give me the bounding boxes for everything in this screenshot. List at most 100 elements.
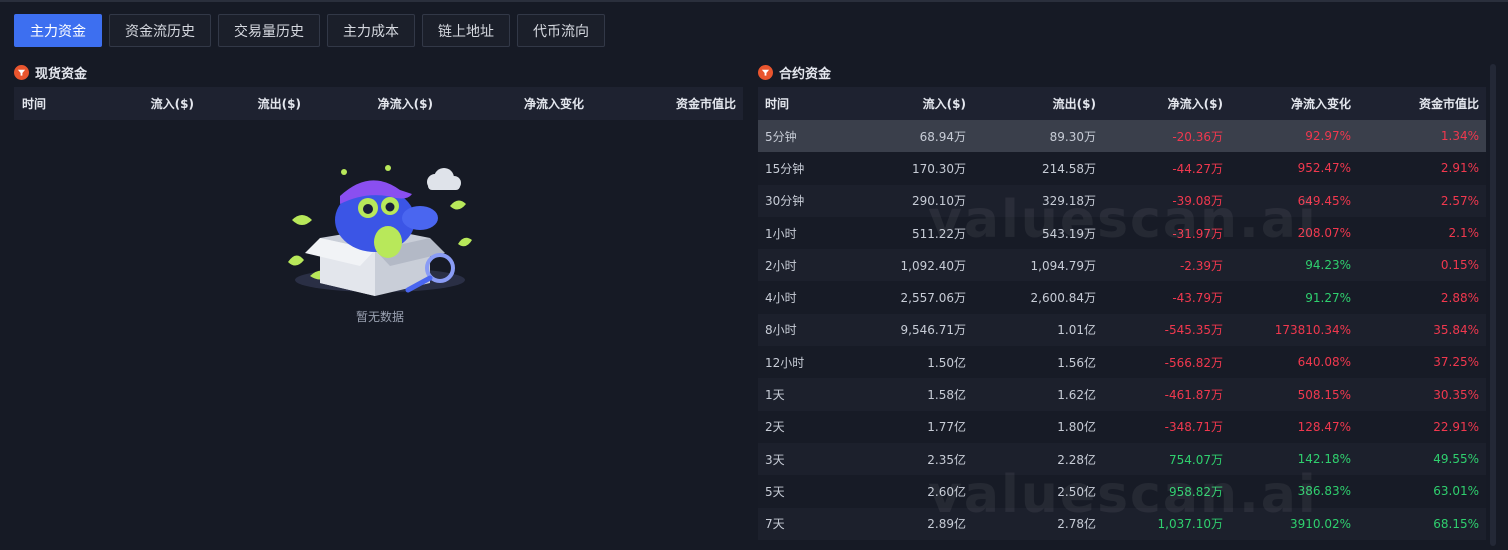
col-time: 时间 (22, 97, 47, 111)
table-row[interactable]: 4小时 2,557.06万 2,600.84万 -43.79万 91.27% 2.88% (758, 281, 1486, 314)
table-row[interactable]: 8小时 9,546.71万 1.01亿 -545.35万 173810.34% 35.84… (758, 313, 1486, 347)
cell-net: -43.79万 (1172, 291, 1223, 306)
cell-net: 1,037.10万 (1157, 517, 1223, 532)
cell-outflow: 1.62亿 (1057, 388, 1096, 403)
cell-net-change: 128.47% (1297, 419, 1351, 434)
cell-ratio: 2.88% (1440, 290, 1479, 305)
cell-ratio: 2.57% (1440, 193, 1479, 208)
cell-net-change: 952.47% (1297, 161, 1351, 176)
tab-bar: 主力资金 资金流历史 交易量历史 主力成本 链上地址 代币流向 (14, 14, 605, 47)
cell-inflow: 2,557.06万 (900, 291, 966, 306)
col-net-change: 净流入变化 (523, 97, 584, 111)
cell-outflow: 2.50亿 (1057, 484, 1096, 499)
tab-fund-flow-history[interactable]: 资金流历史 (109, 14, 211, 47)
cell-time: 2小时 (765, 258, 797, 273)
cell-net-change: 508.15% (1297, 387, 1351, 402)
cell-ratio: 2.1% (1448, 226, 1480, 241)
cell-outflow: 2.28亿 (1057, 452, 1096, 467)
empty-state: 暂无数据 (275, 158, 485, 325)
cell-net-change: 94.23% (1305, 258, 1351, 273)
col-outflow: 流出($) (1052, 97, 1096, 111)
cell-ratio: 1.34% (1440, 129, 1479, 144)
cell-outflow: 1.80亿 (1057, 420, 1096, 435)
cell-outflow: 1.01亿 (1057, 323, 1096, 338)
cell-net-change: 92.97% (1305, 129, 1351, 144)
cell-time: 5分钟 (765, 129, 797, 144)
funnel-icon (758, 65, 773, 80)
cell-time: 4小时 (765, 291, 797, 306)
cell-ratio: 49.55% (1433, 452, 1479, 467)
spot-title-text: 现货资金 (35, 67, 88, 82)
cell-time: 7天 (765, 517, 785, 532)
table-row[interactable]: 12小时 1.50亿 1.56亿 -566.82万 640.08% 37.25% (758, 346, 1486, 379)
scrollbar[interactable] (1490, 64, 1496, 546)
cell-net: -20.36万 (1172, 129, 1223, 144)
cell-net-change: 91.27% (1305, 290, 1351, 305)
table-row[interactable]: 15分钟 170.30万 214.58万 -44.27万 952.47% 2.91% (758, 152, 1486, 185)
cell-net-change: 208.07% (1297, 226, 1351, 241)
table-row[interactable]: 7天 2.89亿 2.78亿 1,037.10万 3910.02% 68.15% (758, 507, 1486, 540)
cell-net-change: 3910.02% (1289, 516, 1351, 531)
tab-main-cost[interactable]: 主力成本 (327, 14, 415, 47)
cell-inflow: 1.77亿 (927, 420, 966, 435)
table-row[interactable]: 2小时 1,092.40万 1,094.79万 -2.39万 94.23% 0.15% (758, 249, 1486, 282)
cell-ratio: 35.84% (1433, 322, 1479, 337)
col-net: 净流入($) (1167, 97, 1223, 111)
empty-state-label: 暂无数据 (355, 310, 404, 324)
col-ratio: 资金市值比 (1418, 97, 1479, 111)
cell-outflow: 214.58万 (1042, 161, 1096, 176)
col-net-change: 净流入变化 (1290, 97, 1351, 111)
cell-time: 5天 (765, 484, 785, 499)
cell-time: 1小时 (765, 226, 797, 241)
cell-inflow: 2.35亿 (927, 452, 966, 467)
table-row[interactable]: 1小时 511.22万 543.19万 -31.97万 208.07% 2.1% (758, 216, 1486, 250)
cell-ratio: 30.35% (1433, 387, 1479, 402)
col-inflow: 流入($) (150, 97, 194, 111)
tab-volume-history[interactable]: 交易量历史 (218, 14, 320, 47)
cell-inflow: 2.89亿 (927, 517, 966, 532)
cell-net: -44.27万 (1172, 161, 1223, 176)
cell-inflow: 1.58亿 (927, 388, 966, 403)
tab-onchain-address[interactable]: 链上地址 (422, 14, 510, 47)
cell-net: -31.97万 (1172, 226, 1223, 241)
cell-net: 754.07万 (1169, 452, 1223, 467)
table-row[interactable]: 1天 1.58亿 1.62亿 -461.87万 508.15% 30.35% (758, 378, 1486, 411)
cell-inflow: 1.50亿 (927, 355, 966, 370)
cell-net: -2.39万 (1179, 258, 1223, 273)
table-row[interactable]: 3天 2.35亿 2.28亿 754.07万 142.18% 49.55% (758, 442, 1486, 476)
cell-ratio: 63.01% (1433, 484, 1479, 499)
cell-net: -39.08万 (1172, 194, 1223, 209)
futures-section-title: 合约资金 (758, 63, 831, 82)
cell-outflow: 329.18万 (1042, 194, 1096, 209)
cell-outflow: 1,094.79万 (1030, 258, 1096, 273)
cell-time: 30分钟 (765, 194, 805, 209)
table-row[interactable]: 2天 1.77亿 1.80亿 -348.71万 128.47% 22.91% (758, 410, 1486, 443)
col-ratio: 资金市值比 (675, 97, 736, 111)
funnel-icon (14, 65, 29, 80)
cell-inflow: 9,546.71万 (900, 323, 966, 338)
cell-time: 1天 (765, 388, 785, 403)
cell-inflow: 290.10万 (912, 194, 966, 209)
cell-net: 958.82万 (1169, 484, 1223, 499)
cell-ratio: 0.15% (1440, 258, 1479, 273)
cell-outflow: 543.19万 (1042, 226, 1096, 241)
col-outflow: 流出($) (257, 97, 301, 111)
col-inflow: 流入($) (922, 97, 966, 111)
table-row[interactable]: 5分钟 68.94万 89.30万 -20.36万 92.97% 1.34% (758, 120, 1486, 153)
cell-net-change: 649.45% (1297, 193, 1351, 208)
cell-ratio: 2.91% (1440, 161, 1479, 176)
cell-net-change: 142.18% (1297, 452, 1351, 467)
cell-net: -566.82万 (1164, 355, 1223, 370)
cell-ratio: 22.91% (1433, 419, 1479, 434)
cell-time: 3天 (765, 452, 785, 467)
futures-table-header: 时间 流入($) 流出($) 净流入($) 净流入变化 资金市值比 (758, 87, 1486, 120)
futures-table-body: 5分钟 68.94万 89.30万 -20.36万 92.97% 1.34% 15分钟 170… (758, 120, 1486, 540)
tab-main-funds[interactable]: 主力资金 (14, 14, 102, 47)
cell-net: -461.87万 (1164, 388, 1223, 403)
col-time: 时间 (765, 97, 790, 111)
table-row[interactable]: 30分钟 290.10万 329.18万 -39.08万 649.45% 2.57% (758, 184, 1486, 217)
tab-token-flow[interactable]: 代币流向 (517, 14, 605, 47)
table-row[interactable]: 5天 2.60亿 2.50亿 958.82万 386.83% 63.01% (758, 475, 1486, 508)
cell-outflow: 89.30万 (1049, 129, 1096, 144)
cell-ratio: 37.25% (1433, 355, 1479, 370)
